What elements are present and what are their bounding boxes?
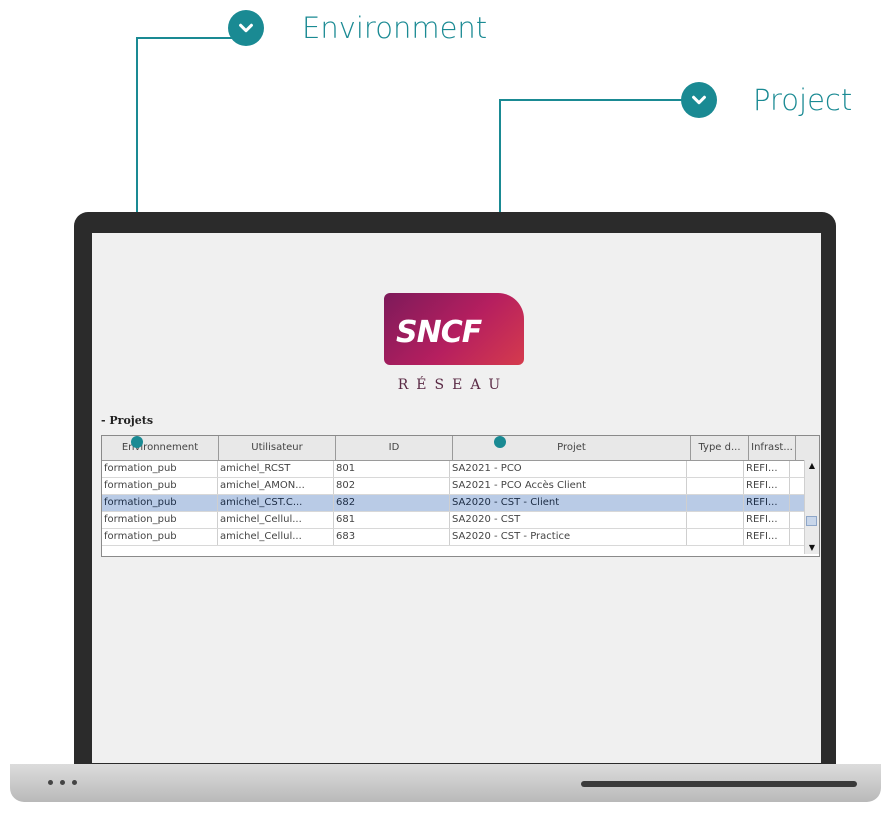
cell-utilisateur: amichel_CST.C... bbox=[218, 495, 334, 511]
environment-callout-label: Environment bbox=[302, 11, 488, 45]
environment-connector-dot bbox=[131, 436, 143, 448]
logo-mark: SNCF bbox=[384, 293, 524, 365]
project-connector-h bbox=[499, 99, 683, 101]
logo-brand: SNCF bbox=[396, 315, 482, 350]
scrollbar-thumb[interactable] bbox=[806, 516, 817, 526]
table-row[interactable]: formation_pub amichel_Cellul... 683 SA20… bbox=[102, 529, 819, 546]
cell-utilisateur: amichel_AMON... bbox=[218, 478, 334, 494]
column-header-utilisateur[interactable]: Utilisateur bbox=[219, 436, 336, 460]
cell-id: 681 bbox=[334, 512, 450, 528]
chevron-down-icon bbox=[681, 82, 717, 118]
cell-type bbox=[687, 478, 744, 494]
cell-environnement: formation_pub bbox=[102, 529, 218, 545]
projects-table: Environnement Utilisateur ID Projet Type… bbox=[101, 435, 820, 557]
cell-infrastructure: REFI... bbox=[744, 495, 790, 511]
panel-title: - Projets bbox=[101, 414, 154, 427]
cell-projet: SA2021 - PCO Accès Client bbox=[450, 478, 687, 494]
cell-utilisateur: amichel_Cellul... bbox=[218, 512, 334, 528]
column-header-id[interactable]: ID bbox=[336, 436, 453, 460]
cell-infrastructure: REFI... bbox=[744, 478, 790, 494]
base-dots bbox=[48, 780, 77, 785]
chevron-down-icon bbox=[228, 10, 264, 46]
cell-environnement: formation_pub bbox=[102, 512, 218, 528]
table-scrollbar[interactable]: ▲ ▼ bbox=[804, 460, 819, 554]
base-bar bbox=[581, 781, 857, 787]
cell-projet: SA2020 - CST - Client bbox=[450, 495, 687, 511]
column-header-type[interactable]: Type d... bbox=[691, 436, 749, 460]
cell-type bbox=[687, 495, 744, 511]
cell-type bbox=[687, 529, 744, 545]
table-row[interactable]: formation_pub amichel_Cellul... 681 SA20… bbox=[102, 512, 819, 529]
column-header-environnement[interactable]: Environnement bbox=[102, 436, 219, 460]
project-connector-dot bbox=[494, 436, 506, 448]
logo-subtitle: RÉSEAU bbox=[397, 377, 509, 393]
cell-projet: SA2021 - PCO bbox=[450, 461, 687, 477]
table-header: Environnement Utilisateur ID Projet Type… bbox=[102, 436, 819, 461]
cell-id: 683 bbox=[334, 529, 450, 545]
environment-connector-h bbox=[136, 37, 232, 39]
table-row-selected[interactable]: formation_pub amichel_CST.C... 682 SA202… bbox=[102, 495, 819, 512]
cell-environnement: formation_pub bbox=[102, 478, 218, 494]
column-header-projet[interactable]: Projet bbox=[453, 436, 691, 460]
laptop-screen: SNCF RÉSEAU - Projets Environnement Util… bbox=[92, 233, 821, 763]
column-header-infrastructure[interactable]: Infrast... bbox=[749, 436, 796, 460]
arrow-up-icon[interactable]: ▲ bbox=[806, 460, 818, 472]
cell-type bbox=[687, 461, 744, 477]
cell-environnement: formation_pub bbox=[102, 461, 218, 477]
cell-infrastructure: REFI... bbox=[744, 529, 790, 545]
environment-callout: Environment bbox=[228, 10, 487, 46]
sncf-reseau-logo: SNCF RÉSEAU bbox=[384, 293, 530, 409]
project-callout-label: Project bbox=[753, 83, 853, 117]
cell-projet: SA2020 - CST - Practice bbox=[450, 529, 687, 545]
table-row[interactable]: formation_pub amichel_RCST 801 SA2021 - … bbox=[102, 461, 819, 478]
cell-type bbox=[687, 512, 744, 528]
cell-projet: SA2020 - CST bbox=[450, 512, 687, 528]
cell-id: 682 bbox=[334, 495, 450, 511]
laptop-base bbox=[10, 764, 881, 802]
cell-infrastructure: REFI... bbox=[744, 512, 790, 528]
cell-id: 801 bbox=[334, 461, 450, 477]
arrow-down-icon[interactable]: ▼ bbox=[806, 542, 818, 554]
cell-infrastructure: REFI... bbox=[744, 461, 790, 477]
cell-environnement: formation_pub bbox=[102, 495, 218, 511]
cell-id: 802 bbox=[334, 478, 450, 494]
cell-utilisateur: amichel_RCST bbox=[218, 461, 334, 477]
table-row[interactable]: formation_pub amichel_AMON... 802 SA2021… bbox=[102, 478, 819, 495]
cell-utilisateur: amichel_Cellul... bbox=[218, 529, 334, 545]
project-callout: Project bbox=[681, 82, 852, 118]
